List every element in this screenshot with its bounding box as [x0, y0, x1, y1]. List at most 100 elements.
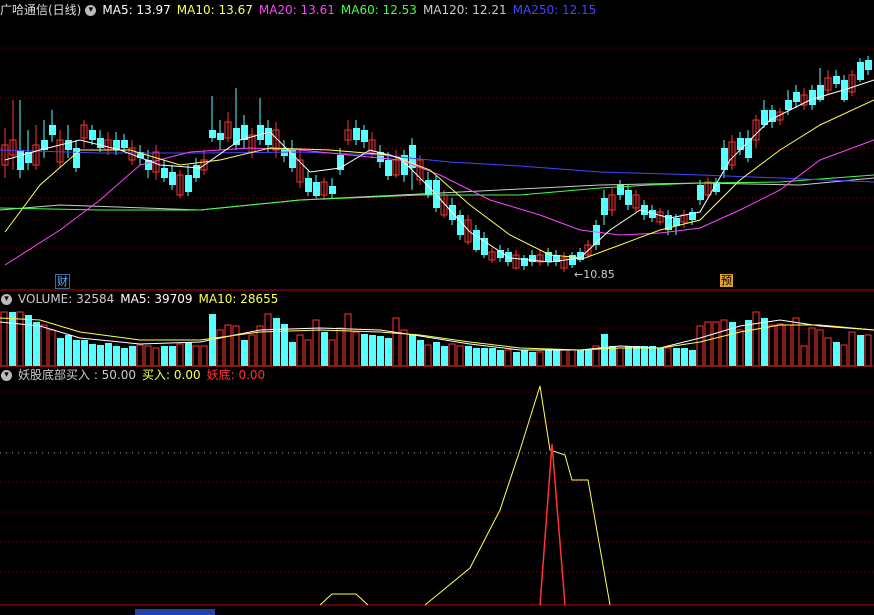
volume-bar: [105, 343, 112, 366]
volume-bar: [560, 349, 568, 367]
volume-bar: [833, 342, 840, 366]
volume-bar: [328, 339, 336, 367]
volume-bar: [808, 327, 816, 367]
candle-body: [265, 128, 272, 145]
volume-bar: [768, 324, 776, 367]
volume-bar: [264, 313, 272, 367]
volume-bar: [385, 338, 392, 366]
volume-bar: [424, 344, 432, 367]
volume-bar: [800, 345, 808, 367]
candle-body: [425, 180, 432, 195]
candle-body: [193, 165, 200, 178]
volume-bar: [273, 318, 280, 366]
candle-body: [785, 100, 792, 110]
volume-bar: [176, 343, 184, 367]
settings-circle-icon[interactable]: ▾: [85, 5, 97, 16]
volume-bar: [553, 350, 560, 366]
volume-bar: [241, 340, 248, 366]
volume-bar: [81, 340, 88, 366]
candle-body: [49, 125, 56, 135]
candle-body: [305, 178, 312, 192]
volume-bar: [641, 346, 648, 366]
volume-bar: [513, 352, 520, 366]
ma5-line: [4, 79, 874, 263]
candle-body: [169, 172, 176, 185]
candle-body: [433, 180, 440, 208]
volume-bar: [281, 324, 288, 366]
volume-bar: [336, 327, 344, 367]
volume-bar: [704, 321, 712, 367]
volume-bar: [689, 350, 696, 366]
indicator-panel-header: ▾ 妖股底部买入 : 50.00 买入: 0.00 妖底: 0.00: [0, 366, 277, 384]
volume-bar: [312, 319, 320, 367]
volume-bar: [673, 348, 680, 366]
volume-bar: [289, 342, 296, 366]
candle-body: [97, 138, 104, 148]
volume-value-label: MA5: 39709: [120, 292, 193, 306]
forecast-tag[interactable]: 预: [720, 274, 733, 287]
volume-bar: [113, 346, 120, 366]
volume-bar: [681, 348, 688, 366]
volume-bar: [848, 331, 856, 367]
candle-body: [121, 140, 128, 148]
volume-bar: [761, 318, 768, 366]
volume-bar: [616, 347, 624, 367]
candle-body: [793, 92, 800, 102]
candle-body: [217, 133, 224, 140]
volume-bar: [720, 319, 728, 367]
candle-body: [857, 62, 864, 80]
volume-bar: [9, 312, 16, 366]
volume-bar: [625, 346, 632, 366]
volume-bar: [65, 335, 72, 366]
volume-panel-header: ▾ VOLUME: 32584 MA5: 39709 MA10: 28655: [0, 290, 290, 308]
min-price-label: ←10.85: [574, 268, 615, 281]
volume-bar: [48, 329, 56, 367]
volume-bar: [609, 346, 616, 366]
volume-bar: [97, 345, 104, 366]
volume-bar: [489, 348, 496, 366]
volume-bar: [545, 350, 552, 366]
candle-body: [473, 230, 480, 250]
volume-bar: [840, 344, 848, 367]
volume-bar: [745, 320, 752, 366]
volume-bar: [121, 348, 128, 366]
ma-value-label: MA250: 12.15: [512, 3, 597, 17]
indicator-value-label: 买入: 0.00: [142, 368, 201, 382]
volume-bar: [296, 334, 304, 367]
candle-body: [17, 150, 24, 170]
candle-body: [161, 168, 168, 178]
indicator-yaodi-line: [539, 443, 566, 606]
volume-bar: [161, 346, 168, 366]
volume-bar: [816, 329, 824, 367]
volume-bar: [304, 339, 312, 367]
volume-bar: [736, 329, 744, 367]
volume-bar: [456, 345, 464, 367]
candle-body: [257, 125, 264, 140]
volume-bar: [481, 348, 488, 366]
volume-bar: [448, 343, 456, 367]
volume-bar: [136, 344, 144, 367]
indicator-settings-icon[interactable]: ▾: [1, 370, 12, 381]
volume-settings-icon[interactable]: ▾: [1, 294, 12, 305]
volume-bar: [417, 340, 424, 366]
volume-bar: [585, 350, 592, 366]
volume-bar: [633, 346, 640, 366]
candle-body: [361, 130, 368, 142]
financial-report-tag[interactable]: 财: [55, 274, 70, 289]
ma-value-label: MA5: 13.97: [102, 3, 171, 17]
volume-bar: [465, 346, 472, 366]
volume-bar: [321, 332, 328, 366]
volume-bar: [521, 350, 528, 366]
volume-bar: [664, 347, 672, 367]
volume-bar: [857, 335, 864, 366]
candle-body: [577, 252, 584, 260]
volume-bar: [601, 334, 608, 366]
volume-bar: [352, 331, 360, 367]
volume-bar: [369, 335, 376, 366]
volume-bar: [0, 311, 8, 367]
candle-body: [697, 185, 704, 200]
volume-bar: [433, 342, 440, 366]
volume-bar: [344, 313, 352, 367]
volume-bar: [529, 352, 536, 366]
volume-bar: [577, 350, 584, 366]
